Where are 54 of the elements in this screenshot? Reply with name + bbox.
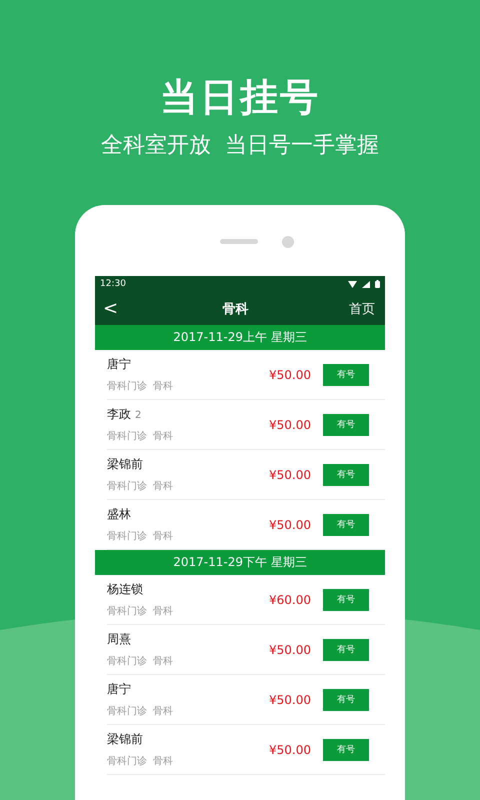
- clinic-name: 骨科门诊: [107, 654, 147, 668]
- signal-icon: [362, 280, 370, 288]
- clinic-name: 骨科门诊: [107, 380, 147, 393]
- available-button[interactable]: 有号: [323, 738, 369, 760]
- home-button[interactable]: 首页: [349, 300, 375, 318]
- clinic-name: 骨科门诊: [107, 704, 147, 718]
- price: ¥50.00: [269, 742, 311, 756]
- battery-icon: [375, 280, 380, 288]
- specialty: 骨科: [153, 380, 173, 393]
- doctor-name: 唐宁: [107, 356, 131, 373]
- doctor-name: 唐宁: [107, 681, 131, 698]
- doctor-name: 周熹: [107, 631, 131, 648]
- price: ¥50.00: [269, 368, 311, 382]
- specialty: 骨科: [153, 430, 173, 443]
- page-title: 骨科: [222, 300, 249, 318]
- doctor-name: 梁锦前: [107, 456, 143, 473]
- price: ¥50.00: [269, 692, 311, 706]
- date-header: 2017-11-29上午 星期三: [95, 325, 385, 350]
- clinic-name: 骨科门诊: [107, 430, 147, 443]
- status-time: 12:30: [100, 279, 126, 289]
- date-header: 2017-11-29下午 星期三: [95, 550, 385, 575]
- price: ¥50.00: [269, 468, 311, 482]
- specialty: 骨科: [153, 530, 173, 543]
- available-button[interactable]: 有号: [323, 414, 369, 436]
- clinic-name: 骨科门诊: [107, 480, 147, 493]
- specialty: 骨科: [153, 654, 173, 668]
- specialty: 骨科: [153, 604, 173, 618]
- specialty: 骨科: [153, 480, 173, 493]
- available-button[interactable]: 有号: [323, 688, 369, 710]
- price: ¥50.00: [269, 418, 311, 432]
- wifi-icon: [348, 280, 357, 288]
- available-button[interactable]: 有号: [323, 514, 369, 536]
- clinic-name: 骨科门诊: [107, 604, 147, 618]
- clinic-name: 骨科门诊: [107, 754, 147, 768]
- price: ¥50.00: [269, 642, 311, 656]
- doctor-name: 李政: [107, 406, 131, 423]
- specialty: 骨科: [153, 704, 173, 718]
- camera-icon: [282, 236, 294, 248]
- doctor-note: 2: [135, 410, 142, 421]
- price: ¥60.00: [269, 592, 311, 606]
- price: ¥50.00: [269, 518, 311, 532]
- specialty: 骨科: [153, 754, 173, 768]
- available-button[interactable]: 有号: [323, 364, 369, 386]
- speaker-icon: [220, 239, 258, 244]
- doctor-name: 梁锦前: [107, 731, 143, 748]
- headline: 当日挂号: [159, 74, 321, 120]
- clinic-name: 骨科门诊: [107, 530, 147, 543]
- doctor-name: 盛林: [107, 506, 131, 523]
- tagline: 全科室开放 当日号一手掌握: [101, 132, 379, 160]
- back-button[interactable]: <: [99, 298, 122, 319]
- available-button[interactable]: 有号: [323, 588, 369, 610]
- available-button[interactable]: 有号: [323, 464, 369, 486]
- available-button[interactable]: 有号: [323, 638, 369, 660]
- doctor-name: 杨连锁: [107, 581, 143, 598]
